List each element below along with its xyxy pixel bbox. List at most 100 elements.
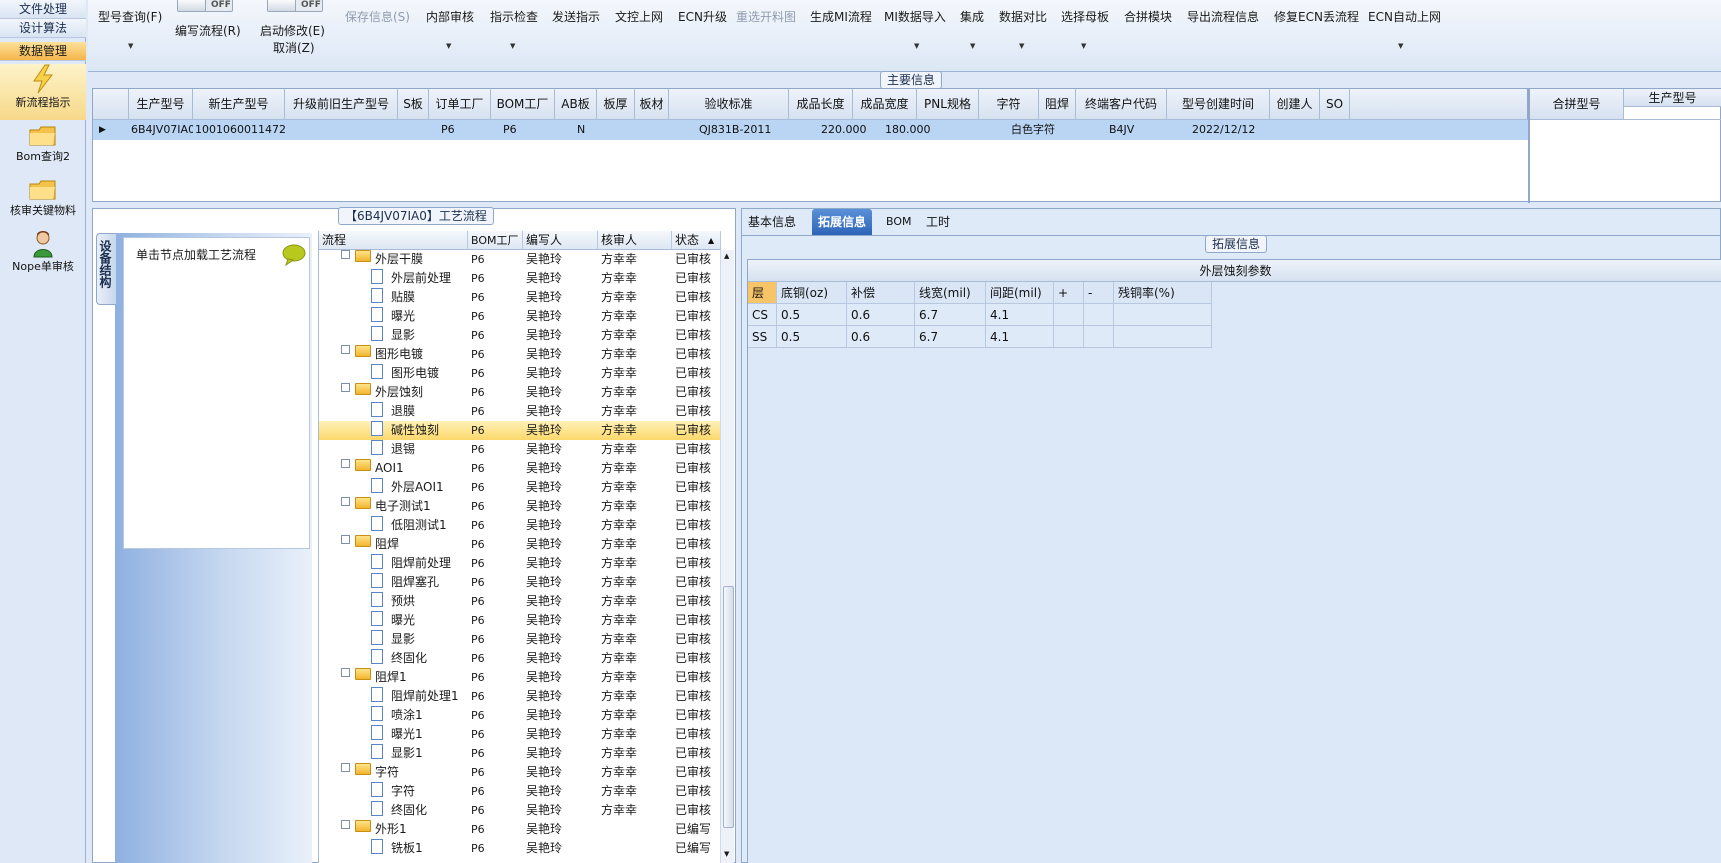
- etch-header[interactable]: 间距(mil): [986, 282, 1054, 304]
- cancel-button[interactable]: 取消(Z): [273, 39, 315, 56]
- scroll-down-icon[interactable]: ▼: [724, 850, 729, 858]
- tree-row[interactable]: 字符 P6 吴艳玲 方幸幸 已审核: [319, 782, 721, 801]
- mi-import-button[interactable]: MI数据导入 ▼: [884, 8, 946, 50]
- tree-row[interactable]: 低阻测试1 P6 吴艳玲 方幸幸 已审核: [319, 516, 721, 535]
- etch-layer-cell[interactable]: SS: [748, 326, 777, 348]
- tree-row[interactable]: 阻焊前处理1 P6 吴艳玲 方幸幸 已审核: [319, 687, 721, 706]
- tree-row[interactable]: 曝光 P6 吴艳玲 方幸幸 已审核: [319, 611, 721, 630]
- fix-ecn-button[interactable]: 修复ECN丢流程: [1274, 8, 1359, 25]
- chevron-down-icon[interactable]: ▼: [1081, 42, 1086, 50]
- tab-extended-info[interactable]: 拓展信息: [812, 209, 873, 235]
- internal-review-button[interactable]: 内部审核 ▼: [426, 8, 474, 50]
- col-header[interactable]: 成品宽度: [853, 89, 917, 120]
- nav-data-management[interactable]: 数据管理: [0, 42, 86, 61]
- tree-col-flow[interactable]: 流程: [319, 231, 468, 250]
- etch-cell[interactable]: [1114, 326, 1212, 348]
- integrate-button[interactable]: 集成 ▼: [960, 8, 984, 50]
- col-header[interactable]: BOM工厂: [491, 89, 555, 120]
- chevron-down-icon[interactable]: ▼: [914, 42, 919, 50]
- tab-work-hours[interactable]: 工时: [920, 209, 956, 235]
- etch-header[interactable]: -: [1084, 282, 1114, 304]
- tree-col-writer[interactable]: 编写人: [523, 231, 598, 250]
- edit-flow-button[interactable]: 编写流程(R): [175, 22, 241, 39]
- model-query-button[interactable]: 型号查询(F) ▼: [98, 8, 162, 50]
- tree-row[interactable]: − AOI1 P6 吴艳玲 方幸幸 已审核: [319, 459, 721, 478]
- gen-mi-flow-button[interactable]: 生成MI流程: [810, 8, 872, 25]
- col-header[interactable]: 字符: [979, 89, 1039, 120]
- tree-row[interactable]: 预烘 P6 吴艳玲 方幸幸 已审核: [319, 592, 721, 611]
- tree-row[interactable]: − 电子测试1 P6 吴艳玲 方幸幸 已审核: [319, 497, 721, 516]
- etch-header[interactable]: 底铜(oz): [777, 282, 847, 304]
- col-header[interactable]: 升级前旧生产型号: [285, 89, 398, 120]
- scrollbar-thumb[interactable]: [723, 586, 734, 828]
- ecn-auto-button[interactable]: ECN自动上网 ▼: [1368, 8, 1441, 50]
- tree-row[interactable]: − 外形1 P6 吴艳玲 已编写: [319, 820, 721, 839]
- tree-row[interactable]: 阻焊塞孔 P6 吴艳玲 方幸幸 已审核: [319, 573, 721, 592]
- etch-cell[interactable]: 4.1: [986, 304, 1054, 326]
- tree-row[interactable]: − 外层干膜 P6 吴艳玲 方幸幸 已审核: [319, 250, 721, 269]
- etch-header[interactable]: 线宽(mil): [915, 282, 986, 304]
- col-header[interactable]: SO: [1320, 89, 1350, 120]
- tree-row[interactable]: − 阻焊 P6 吴艳玲 方幸幸 已审核: [319, 535, 721, 554]
- col-header[interactable]: S板: [398, 89, 429, 120]
- tree-row[interactable]: 外层AOI1 P6 吴艳玲 方幸幸 已审核: [319, 478, 721, 497]
- etch-cell[interactable]: 0.5: [777, 326, 847, 348]
- chevron-down-icon[interactable]: ▼: [1019, 42, 1024, 50]
- tree-col-status[interactable]: 状态 ▲: [672, 231, 721, 250]
- merge-col-header[interactable]: 生产型号: [1624, 89, 1721, 107]
- tree-row[interactable]: 显影 P6 吴艳玲 方幸幸 已审核: [319, 630, 721, 649]
- chevron-down-icon[interactable]: ▼: [510, 42, 515, 50]
- save-info-button[interactable]: 保存信息(S): [345, 8, 410, 25]
- tool-nope-review[interactable]: Nope单审核: [0, 230, 86, 274]
- tree-col-reviewer[interactable]: 核审人: [598, 231, 672, 250]
- col-header[interactable]: 型号创建时间: [1167, 89, 1270, 120]
- etch-header[interactable]: 层: [748, 282, 777, 304]
- ecn-upgrade-button[interactable]: ECN升级: [678, 8, 727, 25]
- col-header[interactable]: 终端客户代码: [1076, 89, 1167, 120]
- tree-row[interactable]: − 外层蚀刻 P6 吴艳玲 方幸幸 已审核: [319, 383, 721, 402]
- node-hint-box[interactable]: 单击节点加载工艺流程: [123, 237, 310, 549]
- chevron-down-icon[interactable]: ▼: [446, 42, 451, 50]
- tree-row[interactable]: 喷涂1 P6 吴艳玲 方幸幸 已审核: [319, 706, 721, 725]
- tool-new-flow[interactable]: 新流程指示: [0, 64, 86, 120]
- send-instruction-button[interactable]: 发送指示: [552, 8, 600, 25]
- etch-cell[interactable]: [1054, 326, 1084, 348]
- col-header[interactable]: PNL规格: [917, 89, 979, 120]
- etch-cell[interactable]: 0.5: [777, 304, 847, 326]
- instruction-check-button[interactable]: 指示检查 ▼: [490, 8, 538, 50]
- etch-header[interactable]: +: [1054, 282, 1084, 304]
- tree-row[interactable]: 贴膜 P6 吴艳玲 方幸幸 已审核: [319, 288, 721, 307]
- tree-row[interactable]: − 图形电镀 P6 吴艳玲 方幸幸 已审核: [319, 345, 721, 364]
- col-header[interactable]: 创建人: [1270, 89, 1320, 120]
- etch-cell[interactable]: 6.7: [915, 304, 986, 326]
- col-header[interactable]: 订单工厂: [429, 89, 491, 120]
- tab-equipment-structure[interactable]: 设备结构: [96, 233, 116, 305]
- etch-cell[interactable]: [1084, 304, 1114, 326]
- tree-row[interactable]: 退膜 P6 吴艳玲 方幸幸 已审核: [319, 402, 721, 421]
- collapse-toggle-icon[interactable]: −: [341, 820, 350, 829]
- chevron-down-icon[interactable]: ▼: [128, 42, 133, 50]
- doc-upload-button[interactable]: 文控上网: [615, 8, 663, 25]
- tab-basic-info[interactable]: 基本信息: [742, 209, 802, 235]
- start-edit-button[interactable]: 启动修改(E): [260, 22, 325, 39]
- tree-scrollbar[interactable]: ▲ ▼: [720, 250, 734, 863]
- col-header[interactable]: 验收标准: [669, 89, 789, 120]
- etch-cell[interactable]: 4.1: [986, 326, 1054, 348]
- tree-row[interactable]: 终固化 P6 吴艳玲 方幸幸 已审核: [319, 649, 721, 668]
- tree-row[interactable]: 碱性蚀刻 P6 吴艳玲 方幸幸 已审核: [319, 421, 721, 440]
- etch-cell[interactable]: [1054, 304, 1084, 326]
- tool-bom-query2[interactable]: Bom查询2: [0, 124, 86, 164]
- col-header[interactable]: 板厚: [597, 89, 635, 120]
- tree-row[interactable]: 显影 P6 吴艳玲 方幸幸 已审核: [319, 326, 721, 345]
- tree-row[interactable]: 退锡 P6 吴艳玲 方幸幸 已审核: [319, 440, 721, 459]
- export-flow-button[interactable]: 导出流程信息: [1187, 8, 1259, 25]
- tree-row[interactable]: 铣板1 P6 吴艳玲 已编写: [319, 839, 721, 858]
- collapse-toggle-icon[interactable]: −: [341, 535, 350, 544]
- tree-row[interactable]: 图形电镀 P6 吴艳玲 方幸幸 已审核: [319, 364, 721, 383]
- collapse-toggle-icon[interactable]: −: [341, 497, 350, 506]
- etch-cell[interactable]: [1114, 304, 1212, 326]
- tree-row[interactable]: 终固化 P6 吴艳玲 方幸幸 已审核: [319, 801, 721, 820]
- tree-row[interactable]: 外层前处理 P6 吴艳玲 方幸幸 已审核: [319, 269, 721, 288]
- col-header[interactable]: 阻焊: [1039, 89, 1076, 120]
- col-header[interactable]: 成品长度: [789, 89, 853, 120]
